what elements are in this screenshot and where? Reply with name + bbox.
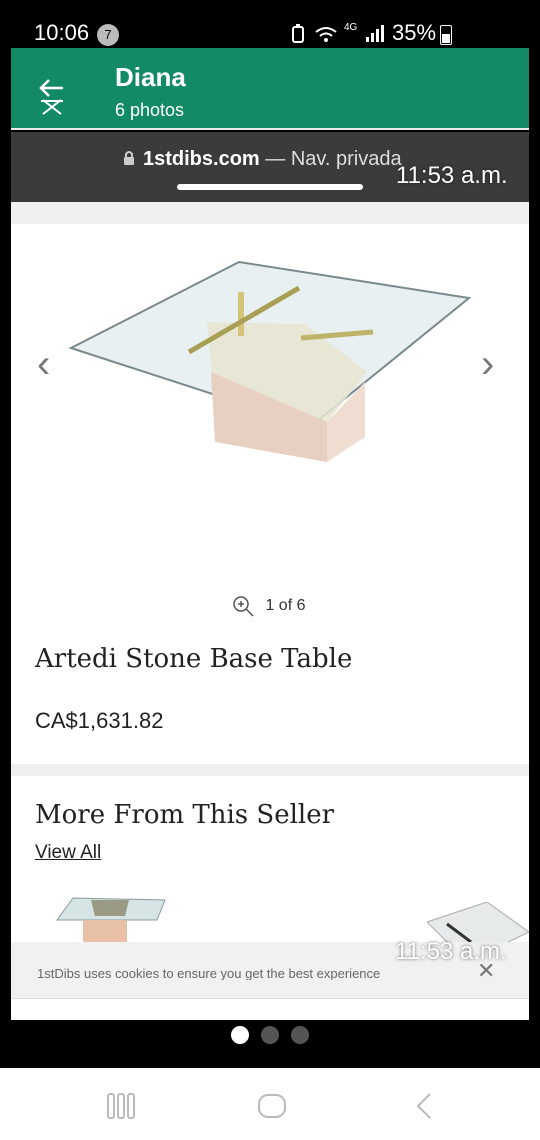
zoom-in-icon[interactable] (231, 594, 255, 618)
system-nav-bar (0, 1068, 540, 1140)
battery-saver-icon (292, 24, 304, 43)
product-page: ‹ › 1 of 6 Artedi Stone Base Table CA$1,… (11, 202, 529, 1020)
pager-dot[interactable] (291, 1026, 309, 1044)
private-mode-label: — Nav. privada (259, 148, 402, 170)
page-bottom-strip (11, 998, 529, 1020)
seller-section-heading: More From This Seller (35, 800, 335, 830)
product-image[interactable] (65, 252, 475, 472)
url-host: 1stdibs.com (143, 148, 260, 170)
photo-count: 6 photos (115, 100, 185, 120)
pager-dot[interactable] (261, 1026, 279, 1044)
photo-counter: 1 of 6 (265, 597, 306, 615)
battery-icon (440, 25, 452, 45)
cookie-banner-text: 1stDibs uses cookies to ensure you get t… (37, 966, 381, 980)
browser-url-bar[interactable]: 1stdibs.com — Nav. privada 11:53 a.m. (11, 132, 529, 202)
status-bar: 10:06 7 4G 35% (0, 0, 540, 48)
network-type: 4G (344, 22, 358, 33)
wifi-icon (315, 27, 337, 42)
photo-pager (0, 1020, 540, 1068)
back-arrow-icon[interactable] (37, 76, 67, 116)
viewer-header: Diana 6 photos (11, 48, 529, 130)
signal-icon (366, 25, 384, 42)
product-title: Artedi Stone Base Table (35, 644, 353, 674)
top-divider (11, 202, 529, 224)
next-photo-arrow[interactable]: › (481, 342, 494, 387)
cookie-banner: 1stDibs uses cookies to ensure you get t… (11, 938, 529, 998)
pager-dot-active[interactable] (231, 1026, 249, 1044)
overlay-timestamp: 11:53 a.m. (396, 162, 508, 189)
back-icon[interactable] (412, 1092, 434, 1120)
header-divider (11, 128, 529, 130)
overlay-timestamp-2: 11:53 a.m. (395, 938, 507, 965)
recents-icon[interactable] (106, 1092, 136, 1120)
section-divider (11, 764, 529, 776)
notification-badge: 7 (97, 24, 119, 46)
seller-item-thumbnail[interactable] (53, 892, 177, 942)
battery-percent: 35% (392, 20, 437, 45)
lock-icon (124, 151, 134, 165)
prev-photo-arrow[interactable]: ‹ (37, 342, 50, 387)
status-time: 10:06 (34, 20, 90, 45)
contact-name: Diana (115, 62, 186, 92)
product-price: CA$1,631.82 (35, 708, 164, 733)
url-text: 1stdibs.com — Nav. privada (143, 148, 402, 171)
photo-counter-row: 1 of 6 (231, 594, 305, 618)
scroll-pill (177, 184, 363, 190)
home-icon[interactable] (256, 1092, 288, 1120)
view-all-link[interactable]: View All (35, 842, 101, 864)
